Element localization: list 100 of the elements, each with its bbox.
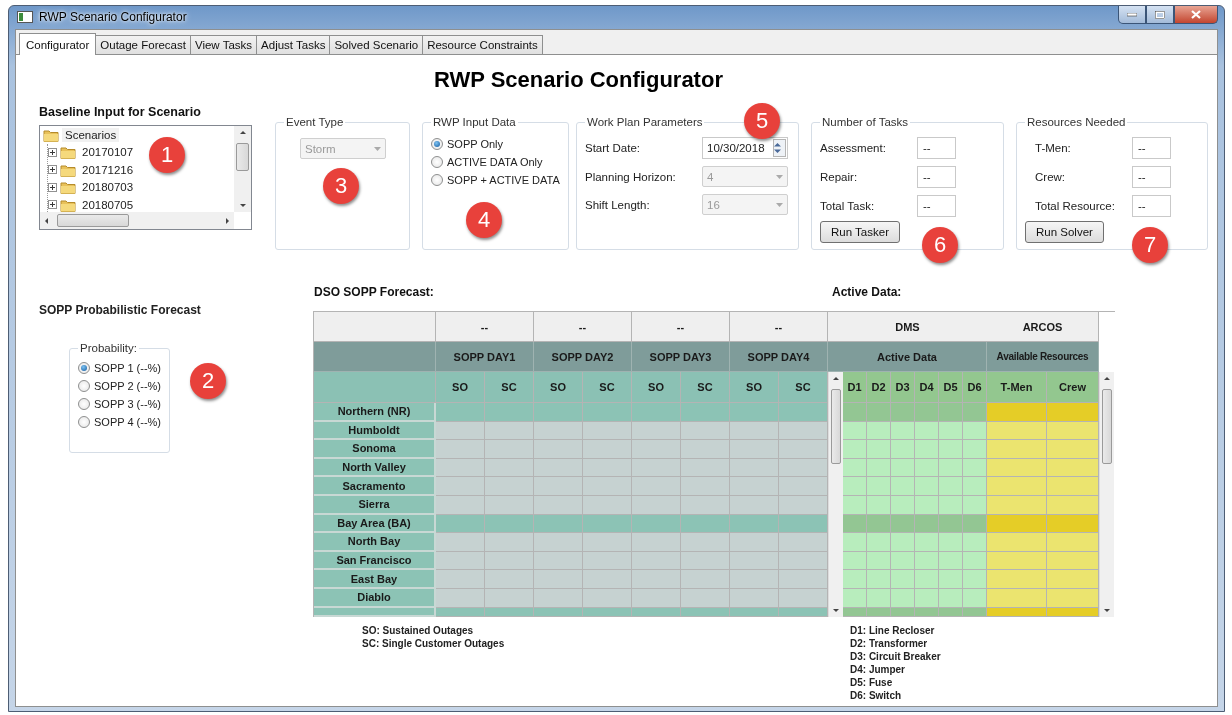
expand-icon[interactable] <box>48 147 57 157</box>
table-cell <box>436 477 485 496</box>
field-label: Assessment: <box>820 142 887 154</box>
folder-icon <box>60 197 76 212</box>
radio-label[interactable]: SOPP Only <box>447 138 504 150</box>
group-title: Event Type <box>286 116 344 128</box>
scrollbar[interactable] <box>1099 372 1114 617</box>
expand-icon[interactable] <box>48 182 57 192</box>
table-cell <box>987 607 1047 617</box>
date-field[interactable]: 10/30/2018 <box>702 137 788 159</box>
radio-button[interactable] <box>431 156 443 168</box>
table-cell <box>891 570 915 589</box>
table-cell <box>436 440 485 459</box>
tree-item[interactable]: 20180705 <box>79 197 137 212</box>
expand-icon[interactable] <box>48 200 57 210</box>
table-cell <box>485 533 534 552</box>
action-button[interactable]: Run Solver <box>1025 221 1104 243</box>
text-field[interactable]: -- <box>917 166 956 188</box>
tab[interactable]: View Tasks <box>189 35 258 54</box>
radio-button[interactable] <box>431 174 443 186</box>
table-cell <box>681 533 730 552</box>
close-button[interactable] <box>1174 6 1218 24</box>
minimize-button[interactable] <box>1118 6 1146 24</box>
table-cell <box>779 570 828 589</box>
field-label: Shift Length: <box>585 198 651 211</box>
tab[interactable]: Resource Constraints <box>422 35 543 54</box>
field-label: Planning Horizon: <box>585 170 677 183</box>
table-cell <box>779 440 828 459</box>
column-header: -- <box>534 312 632 342</box>
action-button[interactable]: Run Tasker <box>820 221 900 243</box>
legend-text: SC: Single Customer Outages <box>362 636 506 650</box>
radio-label[interactable]: SOPP 1 (--%) <box>94 362 162 374</box>
table-cell <box>681 440 730 459</box>
maximize-button[interactable] <box>1146 6 1174 24</box>
table-cell <box>436 533 485 552</box>
table-cell <box>779 533 828 552</box>
table-cell <box>843 403 867 422</box>
text-field[interactable]: -- <box>917 195 956 217</box>
table-cell <box>987 477 1047 496</box>
table-cell <box>583 607 632 617</box>
table-cell <box>485 570 534 589</box>
table-cell <box>891 440 915 459</box>
radio-button[interactable] <box>78 362 90 374</box>
tab[interactable]: Configurator <box>19 33 97 55</box>
row-header: North Bay <box>314 533 436 552</box>
table-cell <box>867 607 891 617</box>
table-cell <box>730 477 779 496</box>
column-header: SOPP DAY4 <box>730 342 828 372</box>
tree-item[interactable]: 20171216 <box>79 162 137 177</box>
tab[interactable]: Outage Forecast <box>95 35 191 54</box>
table-cell <box>891 607 915 617</box>
radio-label[interactable]: SOPP 2 (--%) <box>94 380 162 392</box>
table-cell <box>485 403 534 422</box>
table-cell <box>915 403 939 422</box>
radio-button[interactable] <box>431 138 443 150</box>
column-header: D2 <box>867 372 891 403</box>
tab[interactable]: Adjust Tasks <box>256 35 331 54</box>
radio-label[interactable]: ACTIVE DATA Only <box>447 156 543 168</box>
text-field[interactable]: -- <box>1132 195 1171 217</box>
scrollbar[interactable] <box>828 372 843 617</box>
expand-icon[interactable] <box>48 165 57 175</box>
table-cell <box>681 477 730 496</box>
group-title: RWP Input Data <box>433 116 516 128</box>
field-label: T-Men: <box>1035 142 1072 154</box>
radio-label[interactable]: SOPP + ACTIVE DATA <box>447 174 560 186</box>
radio-label[interactable]: SOPP 3 (--%) <box>94 398 162 410</box>
tree-item[interactable]: 20170107 <box>79 145 137 160</box>
radio-button[interactable] <box>78 380 90 392</box>
column-header: Crew <box>1047 372 1099 403</box>
legend-text: D1: Line Recloser <box>850 623 936 637</box>
spin-button[interactable] <box>773 139 786 157</box>
table-cell <box>843 440 867 459</box>
tree-item[interactable]: 20180703 <box>79 180 137 195</box>
scrollbar[interactable] <box>40 212 234 229</box>
table-cell <box>939 440 963 459</box>
table-cell <box>583 403 632 422</box>
table-cell <box>779 477 828 496</box>
section-title: SOPP Probabilistic Forecast <box>39 303 202 317</box>
table-cell <box>632 570 681 589</box>
table-cell <box>583 440 632 459</box>
text-field[interactable]: -- <box>1132 137 1171 159</box>
column-header: D3 <box>891 372 915 403</box>
column-header: T-Men <box>987 372 1047 403</box>
radio-button[interactable] <box>78 416 90 428</box>
table-cell <box>939 570 963 589</box>
radio-label[interactable]: SOPP 4 (--%) <box>94 416 162 428</box>
table-cell <box>485 477 534 496</box>
tree-item[interactable]: Scenarios <box>62 127 120 142</box>
group-title: Work Plan Parameters <box>587 116 703 128</box>
tab[interactable]: Solved Scenario <box>329 35 424 54</box>
text-field[interactable]: -- <box>917 137 956 159</box>
row-header: Northern (NR) <box>314 403 436 422</box>
table-cell <box>1047 533 1099 552</box>
row-header: Sacramento <box>314 477 436 496</box>
column-header: SO <box>632 372 681 403</box>
text-field[interactable]: -- <box>1132 166 1171 188</box>
table-cell <box>987 570 1047 589</box>
table-cell <box>485 607 534 617</box>
radio-button[interactable] <box>78 398 90 410</box>
scrollbar[interactable] <box>234 126 251 212</box>
